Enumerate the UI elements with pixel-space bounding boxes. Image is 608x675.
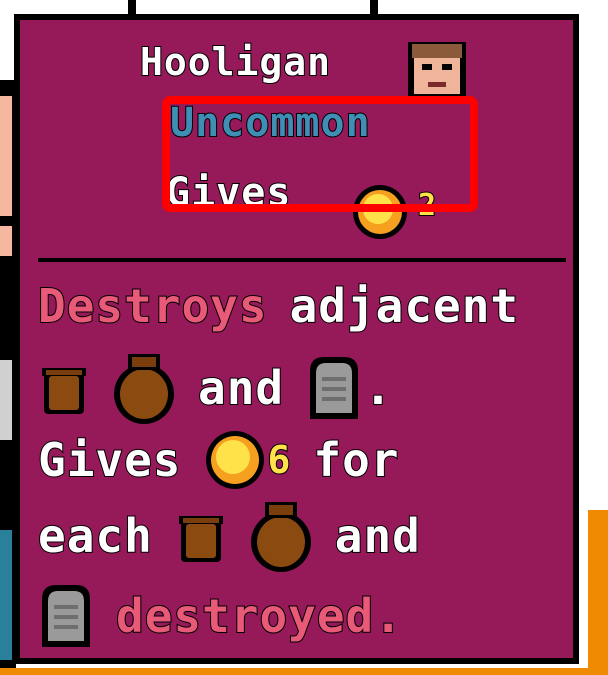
coin-icon (206, 431, 265, 489)
description-line: each and (37, 502, 421, 572)
background-symbol-edge (0, 360, 12, 440)
item-tooltip: Hooligan Uncommon Gives 2 Destroys adjac… (14, 14, 579, 664)
keyword-destroys: Destroys (37, 278, 268, 334)
small-urn-icon (178, 516, 223, 562)
big-urn-icon (250, 502, 311, 572)
description-word: each (37, 508, 153, 564)
period: . (363, 360, 393, 416)
background-symbol-edge (0, 226, 12, 256)
description-word: and (197, 360, 285, 416)
background-symbol-edge (0, 530, 12, 660)
tombstone-icon (42, 585, 90, 647)
description-word: Gives (37, 432, 182, 488)
description-line: destroyed. (38, 585, 403, 647)
rarity-highlight-box (162, 96, 478, 212)
keyword-destroyed: destroyed. (115, 588, 403, 644)
description-word: and (334, 508, 421, 564)
small-urn-icon (42, 368, 86, 414)
item-name: Hooligan (139, 39, 332, 85)
description-word: adjacent (289, 278, 520, 334)
description-line: Gives 6 for (37, 430, 400, 490)
description-line: and . (38, 354, 393, 424)
background-panel-edge (0, 668, 608, 675)
background-symbol-edge (0, 96, 12, 216)
description-word: for (312, 432, 400, 488)
description-line: Destroys adjacent (37, 276, 520, 336)
divider (38, 258, 566, 262)
hooligan-face-icon (408, 42, 466, 98)
background-panel-edge (588, 510, 608, 675)
big-urn-icon (114, 354, 174, 424)
gives-amount: 6 (266, 437, 292, 483)
tombstone-icon (310, 357, 359, 419)
